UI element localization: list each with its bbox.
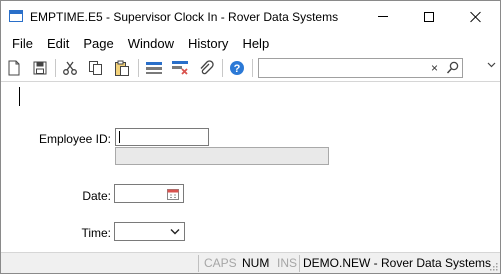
help-icon: ? — [230, 61, 244, 75]
window-title: EMPTIME.E5 - Supervisor Clock In - Rover… — [30, 10, 339, 24]
status-bar: CAPS NUM INS DEMO.NEW - Rover Data Syste… — [1, 252, 500, 273]
close-button[interactable] — [453, 1, 499, 32]
time-select[interactable] — [114, 222, 185, 241]
insert-mode-indicator: INS — [277, 256, 298, 270]
toolbar-separator — [55, 59, 56, 77]
menu-help[interactable]: Help — [235, 34, 276, 54]
svg-text:?: ? — [234, 63, 241, 75]
search-icon[interactable] — [446, 61, 459, 75]
num-lock-indicator: NUM — [242, 256, 270, 270]
cut-button[interactable] — [60, 58, 80, 78]
delete-row-button[interactable] — [170, 58, 190, 78]
new-page-icon — [8, 60, 20, 76]
toolbar: ? × — [1, 56, 500, 80]
title-bar: EMPTIME.E5 - Supervisor Clock In - Rover… — [1, 1, 500, 32]
menu-edit[interactable]: Edit — [40, 34, 76, 54]
chevron-down-icon — [170, 229, 180, 235]
paste-button[interactable] — [112, 58, 132, 78]
new-page-button[interactable] — [4, 58, 24, 78]
app-window: EMPTIME.E5 - Supervisor Clock In - Rover… — [0, 0, 501, 274]
employee-id-input[interactable] — [115, 128, 209, 146]
attachment-button[interactable] — [196, 58, 216, 78]
app-window-icon — [9, 10, 23, 22]
copy-icon — [89, 61, 102, 75]
save-icon — [33, 61, 47, 75]
menu-history[interactable]: History — [181, 34, 235, 54]
maximize-icon — [424, 11, 434, 22]
attachment-icon — [200, 60, 214, 75]
status-divider — [198, 255, 199, 272]
help-button[interactable]: ? — [227, 58, 247, 78]
text-cursor — [119, 131, 120, 143]
employee-id-label: Employee ID: — [38, 132, 111, 146]
toolbar-search: × — [258, 58, 463, 78]
menu-file[interactable]: File — [1, 34, 40, 54]
resize-grip-icon[interactable] — [489, 262, 498, 271]
save-button[interactable] — [30, 58, 50, 78]
paste-icon — [115, 60, 129, 76]
toolbar-separator — [138, 59, 139, 77]
menu-bar: File Edit Page Window History Help — [1, 34, 500, 54]
employee-name-display — [115, 147, 329, 165]
account-status: DEMO.NEW - Rover Data Systems — [303, 256, 492, 270]
delete-row-icon — [172, 61, 188, 75]
toolbar-separator — [252, 59, 253, 77]
caps-lock-indicator: CAPS — [204, 256, 237, 270]
form-area: Employee ID: Date: Time: — [1, 81, 500, 251]
minimize-button[interactable] — [360, 1, 406, 32]
menu-window[interactable]: Window — [121, 34, 181, 54]
menu-page[interactable]: Page — [76, 34, 120, 54]
copy-button[interactable] — [86, 58, 106, 78]
page-cursor-marker — [19, 87, 20, 106]
maximize-button[interactable] — [406, 1, 452, 32]
calendar-icon — [167, 188, 179, 200]
toolbar-separator — [222, 59, 223, 77]
time-label: Time: — [81, 226, 111, 240]
date-label: Date: — [82, 189, 111, 203]
cut-icon — [63, 61, 77, 75]
date-picker-button[interactable] — [165, 186, 181, 201]
insert-row-icon — [146, 62, 162, 74]
status-divider — [299, 255, 300, 272]
search-input[interactable] — [262, 60, 430, 76]
insert-row-button[interactable] — [144, 58, 164, 78]
toolbar-overflow-chevron-icon[interactable] — [487, 61, 496, 69]
clear-search-icon[interactable]: × — [431, 61, 438, 75]
close-icon — [470, 11, 482, 23]
minimize-icon — [378, 16, 388, 17]
